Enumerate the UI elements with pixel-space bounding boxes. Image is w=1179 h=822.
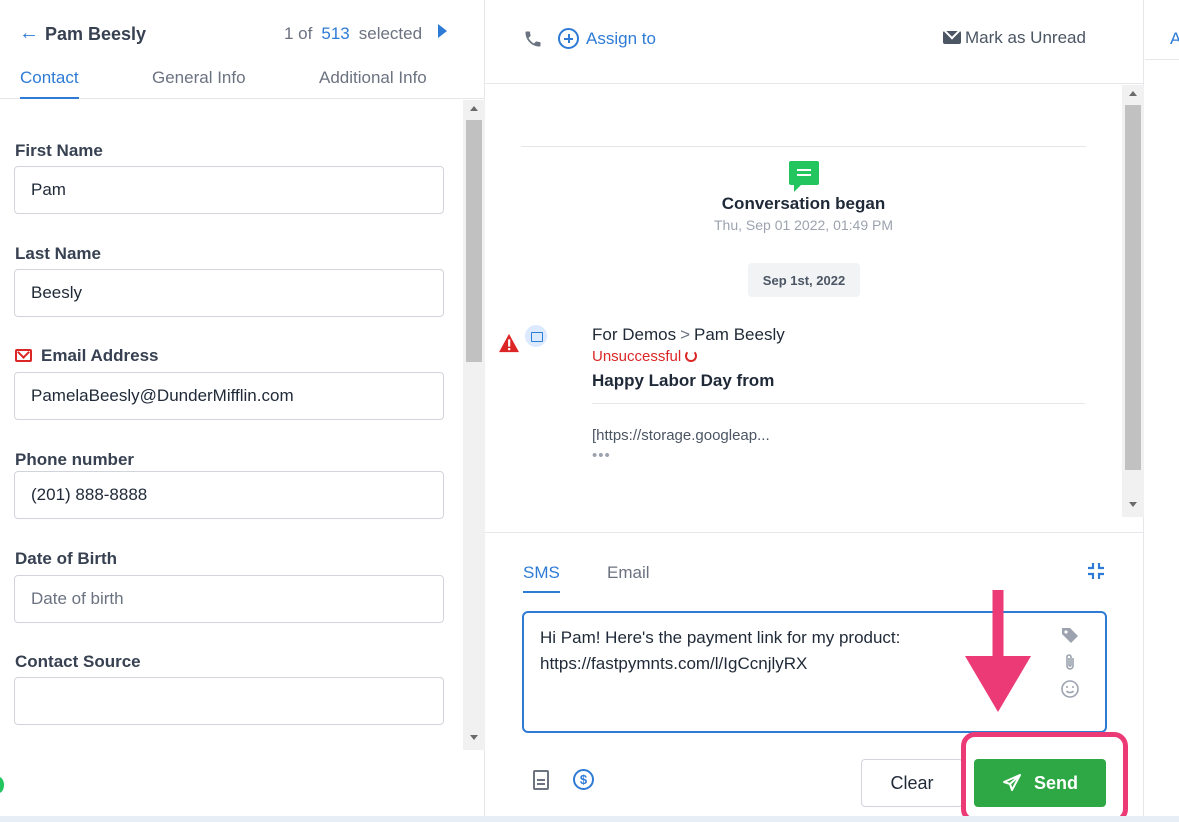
chat-icon (789, 161, 819, 192)
mark-unread-button[interactable]: Mark as Unread (965, 28, 1086, 48)
back-arrow-icon[interactable]: ← (19, 22, 39, 45)
right-panel-tab[interactable]: A (1170, 29, 1179, 49)
dob-label: Date of Birth (15, 549, 117, 568)
contact-form: First Name Pam Last Name Beesly Email Ad… (0, 100, 463, 750)
thread-scrollbar[interactable] (1122, 85, 1144, 517)
message-route: For Demos > Pam Beesly (592, 325, 785, 345)
thread-divider (521, 146, 1086, 147)
phone-label: Phone number (15, 450, 135, 469)
send-label: Send (1033, 772, 1078, 793)
message-input[interactable]: Hi Pam! Here's the payment link for my p… (522, 611, 1107, 733)
last-name-label: Last Name (15, 244, 101, 263)
warning-icon (499, 333, 519, 353)
attachment-icon[interactable] (1060, 652, 1080, 672)
tab-contact[interactable]: Contact (20, 68, 79, 99)
contact-panel: ← Pam Beesly 1 of 513 selected Contact G… (0, 0, 485, 822)
message-divider (592, 403, 1085, 404)
first-name-label: First Name (15, 141, 103, 160)
scrollbar-thumb[interactable] (1125, 105, 1141, 470)
collapse-icon[interactable] (1087, 562, 1105, 580)
right-panel: A (1145, 0, 1179, 822)
conversation-panel: Assign to Mark as Unread Conversation be… (485, 0, 1144, 822)
conversation-header: Assign to Mark as Unread (485, 0, 1143, 84)
retry-icon[interactable] (685, 350, 698, 362)
message-from: For Demos (592, 325, 677, 344)
right-panel-divider (1145, 59, 1179, 60)
contact-source-label: Contact Source (15, 652, 141, 671)
pager-suffix: selected (358, 24, 423, 43)
scroll-down-icon[interactable] (1129, 502, 1137, 507)
tab-sms[interactable]: SMS (523, 563, 560, 593)
email-icon (15, 349, 32, 362)
clear-button[interactable]: Clear (861, 759, 963, 807)
tag-icon[interactable] (1060, 625, 1080, 645)
status-dot (0, 775, 6, 795)
scroll-up-icon[interactable] (470, 106, 478, 111)
contact-source-field[interactable] (14, 677, 444, 725)
email-channel-icon (525, 325, 547, 347)
conversation-thread: Conversation began Thu, Sep 01 2022, 01:… (485, 85, 1122, 517)
phone-field[interactable]: (201) 888-8888 (14, 471, 444, 519)
message-subject: Happy Labor Day from (592, 371, 775, 390)
pager-count[interactable]: 513 (321, 24, 349, 44)
email-label-row: Email Address (15, 346, 158, 366)
phone-icon[interactable] (523, 29, 543, 49)
contact-header: ← Pam Beesly 1 of 513 selected Contact G… (0, 0, 484, 99)
tab-additional-info[interactable]: Additional Info (319, 68, 427, 99)
pager-prefix: 1 of (284, 24, 313, 43)
message-to: Pam Beesly (694, 325, 785, 344)
scroll-down-icon[interactable] (470, 735, 478, 740)
assign-plus-icon[interactable] (558, 28, 579, 49)
emoji-icon[interactable] (1060, 679, 1080, 699)
send-icon (1002, 774, 1021, 791)
dob-field[interactable]: Date of birth (14, 575, 444, 623)
form-scrollbar[interactable] (463, 100, 485, 750)
contact-name: Pam Beesly (45, 24, 147, 44)
email-label: Email Address (41, 346, 159, 365)
conversation-began-time: Thu, Sep 01 2022, 01:49 PM (713, 217, 893, 233)
envelope-icon[interactable] (943, 31, 961, 44)
email-field[interactable]: PamelaBeesly@DunderMifflin.com (14, 372, 444, 420)
route-separator: > (680, 325, 691, 344)
conversation-began-title: Conversation began (721, 194, 886, 213)
template-doc-icon[interactable] (533, 770, 549, 790)
assign-to-button[interactable]: Assign to (586, 29, 656, 49)
tab-email[interactable]: Email (607, 563, 650, 593)
message-composer: SMS Email Hi Pam! Here's the payment lin… (485, 532, 1144, 822)
bottom-strip (0, 816, 1179, 822)
tab-general-info[interactable]: General Info (152, 68, 246, 99)
send-button[interactable]: Send (974, 759, 1106, 807)
status-text: Unsuccessful (592, 348, 682, 365)
contact-pager: 1 of 513 selected (284, 24, 422, 44)
payment-link-icon[interactable]: $ (573, 769, 594, 790)
contact-tabs: Contact General Info Additional Info (0, 66, 485, 99)
last-name-field[interactable]: Beesly (14, 269, 444, 317)
first-name-field[interactable]: Pam (14, 166, 444, 214)
message-body-preview: [https://storage.googleap... (592, 427, 770, 444)
scrollbar-thumb[interactable] (466, 120, 482, 362)
date-separator: Sep 1st, 2022 (748, 263, 860, 297)
next-contact-icon[interactable] (438, 24, 447, 38)
expand-message-button[interactable]: ••• (592, 447, 611, 464)
message-status: Unsuccessful (592, 348, 698, 365)
scroll-up-icon[interactable] (1129, 91, 1137, 96)
